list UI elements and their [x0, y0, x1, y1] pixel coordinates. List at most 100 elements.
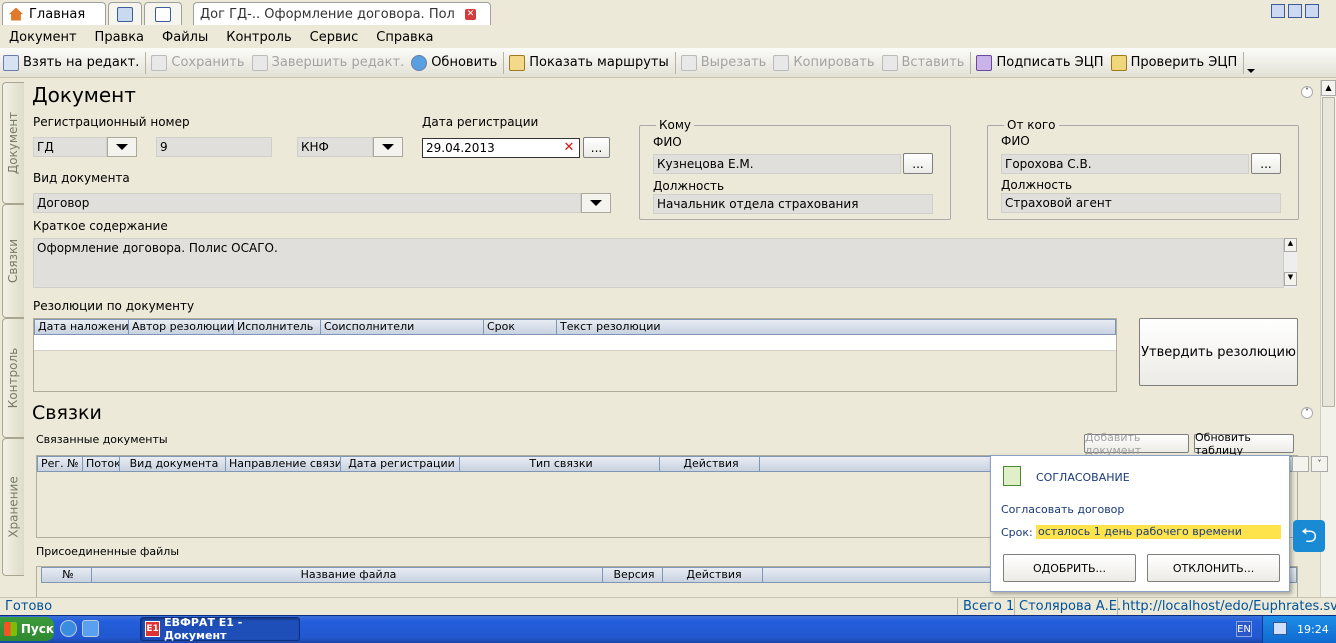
- to-group-title: Кому: [656, 118, 695, 132]
- refresh-table-button[interactable]: Обновить таблицу: [1194, 431, 1294, 457]
- reg-number-field[interactable]: 9: [156, 137, 272, 157]
- col-deadline[interactable]: Срок: [484, 320, 557, 334]
- col-file-actions[interactable]: Действия: [663, 568, 763, 582]
- menu-service[interactable]: Сервис: [301, 30, 368, 45]
- save-button[interactable]: Сохранить: [148, 50, 248, 76]
- popup-title: СОГЛАСОВАНИЕ: [1036, 471, 1130, 484]
- col-executor[interactable]: Исполнитель: [234, 320, 321, 334]
- sidetab-label: Контроль: [6, 347, 21, 409]
- tab-documents[interactable]: [144, 2, 182, 25]
- network-icon[interactable]: [1273, 622, 1287, 635]
- status-url[interactable]: http://localhost/edo/Euphrates.svc/: [1117, 598, 1336, 616]
- collapse-links-icon[interactable]: ˅: [1301, 407, 1313, 419]
- reg-prefix-dropdown[interactable]: [107, 137, 137, 157]
- scroll-up-icon[interactable]: ▲: [1284, 238, 1297, 252]
- col-link-type[interactable]: Тип связки: [460, 457, 660, 471]
- take-for-edit-button[interactable]: Взять на редакт.: [0, 50, 143, 76]
- popup-settings-icon[interactable]: [1292, 456, 1309, 472]
- date-picker-button[interactable]: ...: [583, 137, 610, 158]
- menu-control[interactable]: Контроль: [217, 30, 300, 45]
- to-fio-select-button[interactable]: ...: [903, 153, 933, 174]
- clock: 19:24: [1297, 623, 1329, 636]
- col-resolution-text[interactable]: Текст резолюции: [557, 320, 1115, 334]
- menu-help[interactable]: Справка: [367, 30, 442, 45]
- windows-logo-icon: [4, 622, 17, 636]
- refresh-button[interactable]: Обновить: [408, 50, 501, 76]
- col-date[interactable]: Дата наложения: [35, 320, 129, 334]
- button-label: Подписать ЭЦП: [996, 55, 1104, 70]
- col-reg-date[interactable]: Дата регистрации: [341, 457, 460, 471]
- sidetab-document[interactable]: Документ: [2, 82, 24, 204]
- show-routes-button[interactable]: Показать маршруты: [506, 50, 673, 76]
- finish-edit-button[interactable]: Завершить редакт.: [249, 50, 409, 76]
- from-fio-select-button[interactable]: ...: [1251, 153, 1281, 174]
- lang-indicator[interactable]: EN: [1236, 621, 1252, 637]
- reg-suffix-field[interactable]: КНФ: [297, 137, 373, 157]
- col-file-no[interactable]: №: [42, 568, 92, 582]
- col-coexecutors[interactable]: Соисполнители: [321, 320, 484, 334]
- sidetab-control[interactable]: Контроль: [2, 318, 24, 438]
- summary-scrollbar[interactable]: ▲ ▼: [1283, 238, 1297, 288]
- doc-type-dropdown[interactable]: [581, 193, 611, 213]
- table-row[interactable]: [34, 335, 1116, 351]
- restore-icon[interactable]: [1288, 4, 1302, 18]
- quicklaunch-icon[interactable]: [82, 620, 99, 637]
- sidetab-label: Хранение: [6, 476, 21, 538]
- side-tabs: Документ Связки Контроль Хранение: [0, 80, 26, 597]
- toolbar-overflow-icon[interactable]: [1246, 50, 1256, 76]
- col-author[interactable]: Автор резолюции: [129, 320, 234, 334]
- close-window-icon[interactable]: [1305, 4, 1319, 18]
- scroll-down-icon[interactable]: ▼: [1284, 272, 1297, 286]
- window-controls: [1271, 4, 1319, 18]
- tab-home[interactable]: Главная: [2, 2, 106, 25]
- sign-digital-button[interactable]: Подписать ЭЦП: [973, 50, 1107, 76]
- ie-icon[interactable]: [60, 620, 77, 637]
- menu-files[interactable]: Файлы: [153, 30, 217, 45]
- from-position-field[interactable]: Страховой агент: [1001, 193, 1281, 213]
- approve-resolution-button[interactable]: Утвердить резолюцию: [1139, 318, 1298, 386]
- app-icon: E1: [145, 621, 161, 637]
- tab-search[interactable]: [108, 2, 142, 25]
- col-file-name[interactable]: Название файла: [92, 568, 603, 582]
- add-document-button[interactable]: Добавить документ: [1084, 431, 1189, 457]
- scroll-thumb[interactable]: [1322, 97, 1335, 407]
- start-button[interactable]: Пуск: [0, 617, 54, 641]
- col-version[interactable]: Версия: [603, 568, 663, 582]
- clear-date-icon[interactable]: ✕: [562, 141, 576, 155]
- col-actions[interactable]: Действия: [660, 457, 760, 471]
- copy-button[interactable]: Копировать: [770, 50, 878, 76]
- collapse-icon[interactable]: ˅: [1301, 86, 1313, 98]
- minimize-icon[interactable]: [1271, 4, 1285, 18]
- menu-document[interactable]: Документ: [0, 30, 86, 45]
- tab-current-document[interactable]: Дог ГД-.. Оформление договора. Полис... …: [193, 2, 491, 25]
- from-fio-field[interactable]: Горохова С.В.: [1001, 154, 1249, 174]
- reg-date-field[interactable]: 29.04.2013: [422, 138, 580, 158]
- task-action-icon[interactable]: ⮌: [1293, 520, 1325, 552]
- menu-bar: Документ Правка Файлы Контроль Сервис Сп…: [0, 27, 1336, 47]
- approve-button[interactable]: ОДОБРИТЬ...: [1003, 554, 1136, 582]
- scroll-up-icon[interactable]: ▲: [1321, 80, 1336, 96]
- reject-button[interactable]: ОТКЛОНИТЬ...: [1147, 554, 1280, 582]
- popup-collapse-icon[interactable]: ˅: [1311, 456, 1328, 472]
- close-tab-icon[interactable]: ✕: [465, 8, 476, 20]
- col-direction[interactable]: Направление связи: [226, 457, 341, 471]
- col-stream[interactable]: Поток: [83, 457, 120, 471]
- verify-digital-button[interactable]: Проверить ЭЦП: [1108, 50, 1242, 76]
- col-reg-no[interactable]: Рег. №: [38, 457, 83, 471]
- menu-edit[interactable]: Правка: [86, 30, 153, 45]
- summary-textarea[interactable]: Оформление договора. Полис ОСАГО.: [33, 238, 1297, 288]
- reg-prefix-field[interactable]: ГД: [33, 137, 107, 157]
- save-icon: [151, 54, 168, 71]
- col-doc-type[interactable]: Вид документа: [120, 457, 226, 471]
- taskbar-window-button[interactable]: E1 ЕВФРАТ Е1 - Документ: [140, 616, 300, 642]
- paste-button[interactable]: Вставить: [879, 50, 969, 76]
- reg-suffix-dropdown[interactable]: [373, 137, 403, 157]
- resolutions-header: Дата наложения Автор резолюции Исполните…: [34, 319, 1116, 335]
- doc-type-field[interactable]: Договор: [33, 193, 581, 213]
- sidetab-links[interactable]: Связки: [2, 204, 24, 318]
- to-fio-field[interactable]: Кузнецова Е.М.: [653, 154, 901, 174]
- to-position-field[interactable]: Начальник отдела страхования: [653, 194, 933, 214]
- cut-button[interactable]: Вырезать: [678, 50, 771, 76]
- refresh-icon: [411, 54, 428, 71]
- sidetab-storage[interactable]: Хранение: [2, 438, 24, 576]
